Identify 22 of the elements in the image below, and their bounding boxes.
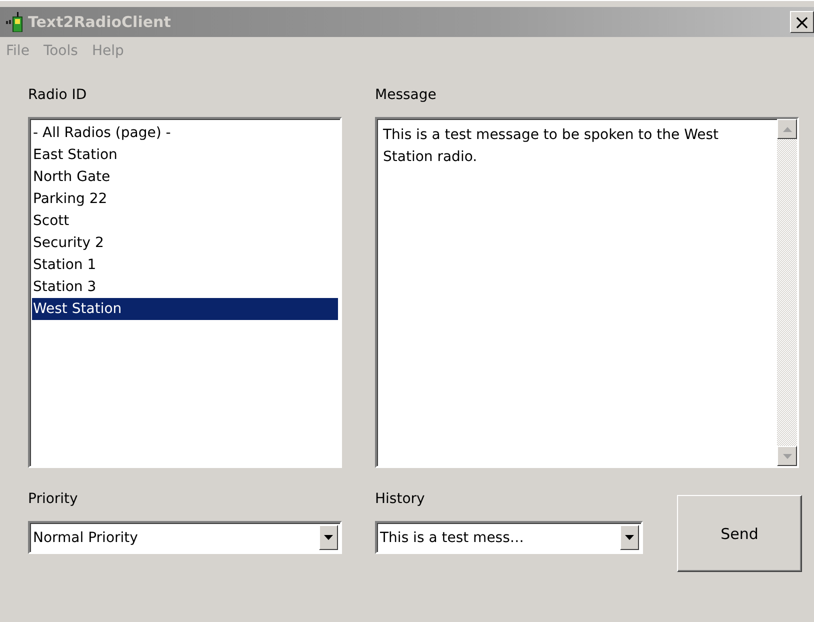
list-item[interactable]: Parking 22	[32, 188, 338, 210]
list-item[interactable]: East Station	[32, 144, 338, 166]
send-button[interactable]: Send	[677, 495, 802, 572]
scroll-up-icon[interactable]	[777, 119, 797, 139]
list-item[interactable]: - All Radios (page) -	[32, 122, 338, 144]
list-item[interactable]: Station 1	[32, 254, 338, 276]
priority-label: Priority	[28, 491, 79, 509]
list-item[interactable]: Security 2	[32, 232, 338, 254]
close-button[interactable]: ×	[790, 11, 814, 33]
list-item[interactable]: Station 3	[32, 276, 338, 298]
list-item[interactable]: Scott	[32, 210, 338, 232]
message-field[interactable]: This is a test message to be spoken to the West Station radio.	[375, 117, 799, 468]
list-item[interactable]: West Station	[32, 298, 338, 320]
history-dropdown[interactable]: This is a test mess…	[375, 521, 643, 554]
history-label: History	[375, 491, 426, 509]
scroll-down-icon[interactable]	[777, 446, 797, 466]
radio-id-label: Radio ID	[28, 87, 88, 105]
message-label: Message	[375, 87, 438, 105]
list-item[interactable]: North Gate	[32, 166, 338, 188]
priority-dropdown[interactable]: Normal Priority	[28, 521, 342, 554]
scrollbar[interactable]	[777, 119, 797, 466]
window-title: Text2RadioClient	[28, 13, 171, 31]
